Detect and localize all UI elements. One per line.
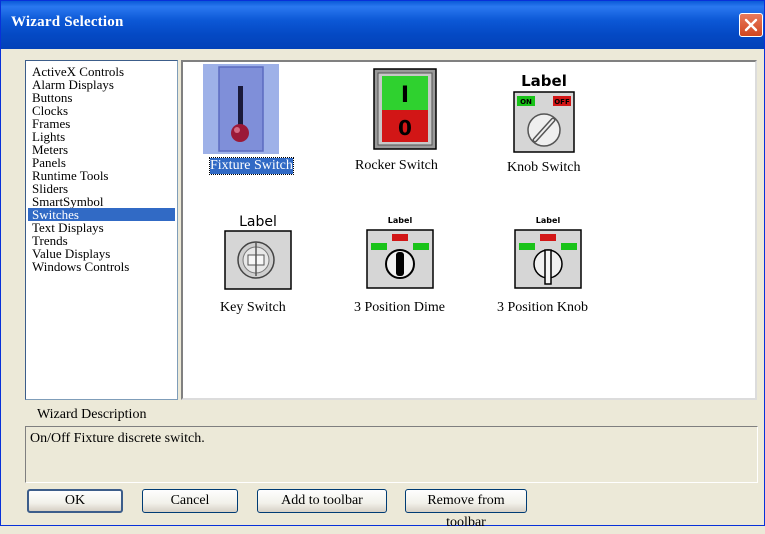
wizard-caption: 3 Position Knob xyxy=(497,300,589,315)
3-position-knob-icon: Label xyxy=(514,216,582,289)
wizard-caption: 3 Position Dime xyxy=(354,300,446,315)
category-item[interactable]: Windows Controls xyxy=(28,260,175,273)
dime-label-text: Label xyxy=(388,216,413,225)
fixture-switch-icon xyxy=(203,64,279,154)
rocker-switch-icon: I 0 xyxy=(373,68,437,150)
knob3-label-text: Label xyxy=(536,216,561,225)
ok-button[interactable]: OK xyxy=(27,489,123,513)
description-label: Wizard Description xyxy=(37,407,147,422)
wizard-caption: Knob Switch xyxy=(507,160,581,175)
wizard-selection-dialog: Wizard Selection ActiveX Controls Alarm … xyxy=(0,0,765,530)
description-text: On/Off Fixture discrete switch. xyxy=(30,431,205,446)
title-bar[interactable]: Wizard Selection xyxy=(1,1,764,49)
category-list[interactable]: ActiveX Controls Alarm Displays Buttons … xyxy=(25,60,178,400)
rocker-off-text: 0 xyxy=(398,116,412,140)
key-label-text: Label xyxy=(239,214,277,230)
key-switch-icon: Label xyxy=(224,214,292,290)
knob-switch-icon: Label ON OFF xyxy=(513,72,575,153)
knob-label-text: Label xyxy=(521,72,567,90)
wizard-caption: Rocker Switch xyxy=(355,158,438,173)
wizard-caption: Key Switch xyxy=(220,300,286,315)
window-title: Wizard Selection xyxy=(11,14,124,30)
add-to-toolbar-button[interactable]: Add to toolbar xyxy=(257,489,387,513)
rocker-on-text: I xyxy=(401,83,409,108)
remove-from-toolbar-button[interactable]: Remove from toolbar xyxy=(405,489,527,530)
knob-off-text: OFF xyxy=(554,98,570,106)
description-box: On/Off Fixture discrete switch. xyxy=(25,426,758,483)
3-position-dime-icon: Label xyxy=(366,216,434,289)
cancel-button[interactable]: Cancel xyxy=(142,489,238,513)
wizard-icon-panel: Fixture Switch I 0 Rocker Switch Label O… xyxy=(181,60,757,400)
close-button[interactable] xyxy=(739,13,763,37)
close-icon xyxy=(744,18,758,32)
wizard-caption: Fixture Switch xyxy=(209,157,294,175)
knob-on-text: ON xyxy=(520,98,532,106)
